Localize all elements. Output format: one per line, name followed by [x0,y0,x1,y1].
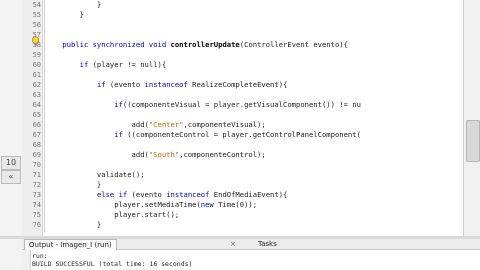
code-line: player.start(); [45,210,180,219]
line-number: 64 [32,101,41,109]
code-line: if ((componenteControl = player.getContr… [114,130,361,139]
line-number: 63 [32,91,41,99]
line-number: 54 [32,1,41,9]
code-line: } [45,10,84,19]
close-output-tab-button[interactable]: × [230,239,236,249]
output-console[interactable]: run: BUILD SUCCESSFUL (total time: 16 se… [22,250,480,270]
code-line: else if (evento instanceof EndOfMediaEve… [96,190,288,199]
line-number: 70 [32,161,41,169]
code-line: } [45,180,102,189]
output-line-build: BUILD SUCCESSFUL (total time: 16 seconds… [32,260,193,268]
left-side-panel: 10 « [0,0,22,270]
line-number: 72 [32,181,41,189]
code-line: if((componenteVisual = player.getVisualC… [114,100,361,109]
scrollbar-thumb[interactable] [466,120,480,162]
line-number: 71 [32,171,41,179]
line-number: 66 [32,121,41,129]
lightbulb-hint-icon[interactable] [31,36,40,47]
line-number: 76 [32,221,41,229]
code-line: player.setMediaTime(new Time(0)); [45,200,258,209]
line-number: 59 [32,51,41,59]
code-line: public synchronized void controllerUpdat… [62,40,348,49]
output-line-run: run: [32,252,48,260]
line-number: 56 [32,21,41,29]
code-line: if (evento instanceof RealizeCompleteEve… [96,80,288,89]
line-number: 74 [32,201,41,209]
side-tab-expand[interactable]: « [1,170,21,184]
output-gutter [22,250,31,270]
code-line: } [45,0,102,9]
code-editor[interactable]: } } public synchronized void controllerU… [45,0,463,236]
code-line: add("South",componenteControl); [45,150,266,159]
code-line: validate(); [45,170,145,179]
side-tab-number[interactable]: 10 [1,156,21,170]
line-number: 67 [32,131,41,139]
line-number: 69 [32,151,41,159]
line-number: 65 [32,111,41,119]
line-number: 68 [32,141,41,149]
line-number: 73 [32,191,41,199]
output-tab[interactable]: Output - Imagen_I (run) [24,239,117,250]
tasks-tab[interactable]: Tasks [254,239,281,249]
code-line: add("Center",componenteVisual); [45,120,266,129]
line-number: 62 [32,81,41,89]
code-line: } [45,220,102,229]
line-number: 75 [32,211,41,219]
line-number: 60 [32,61,41,69]
line-number: 61 [32,71,41,79]
line-number: 55 [32,11,41,19]
editor-vertical-scrollbar[interactable] [463,0,480,236]
output-tab-bar: Output - Imagen_I (run) × Tasks [22,239,480,250]
code-line: if (player != null){ [79,60,167,69]
